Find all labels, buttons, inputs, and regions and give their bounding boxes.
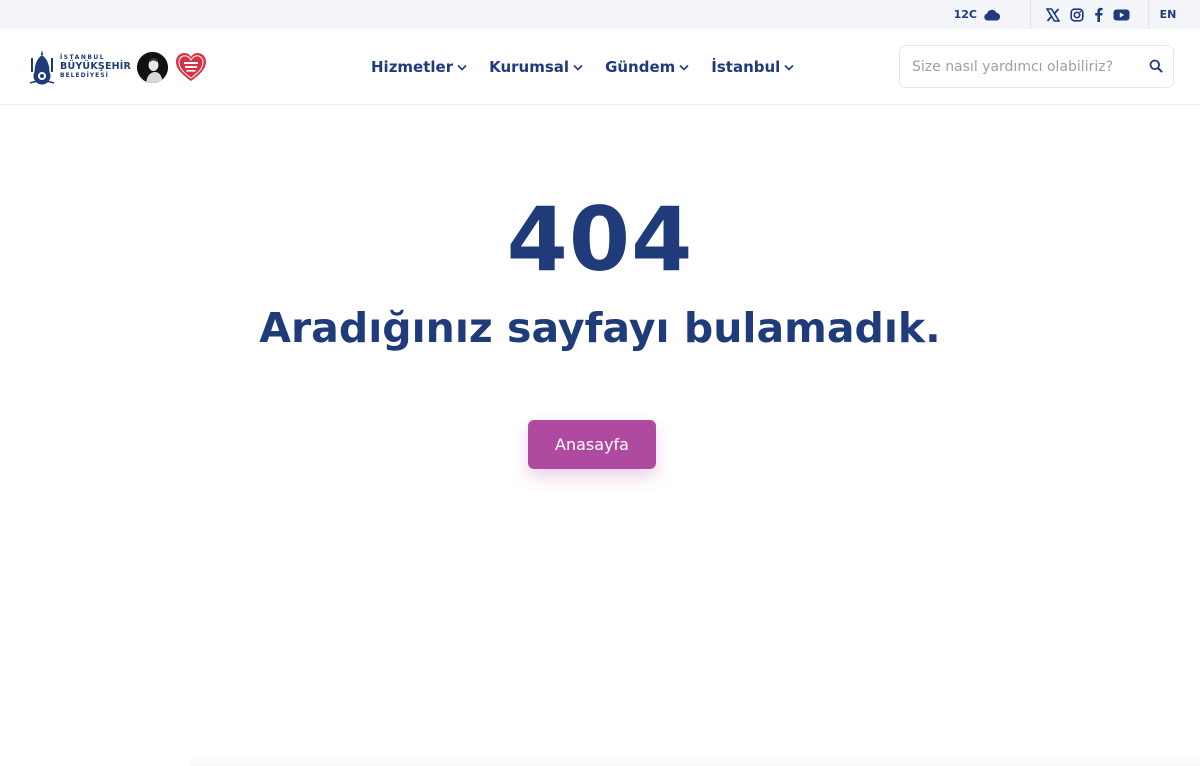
ibb-emblem-icon — [28, 49, 56, 85]
ataturk-portrait[interactable] — [137, 51, 169, 83]
topbar-divider — [1148, 0, 1149, 29]
weather-widget[interactable]: 12C — [954, 0, 1015, 29]
ibb-logo[interactable]: İSTANBUL BÜYÜKŞEHİR BELEDİYESİ — [28, 49, 131, 85]
heart-badge-logo[interactable] — [174, 51, 208, 83]
main-nav: Hizmetler Kurumsal Gündem İstanbul — [371, 29, 794, 105]
error-code: 404 — [506, 188, 694, 291]
facebook-icon[interactable] — [1094, 7, 1103, 22]
cloud-icon — [983, 9, 1001, 21]
language-switch[interactable]: EN — [1158, 0, 1178, 29]
nav-label: Kurumsal — [489, 58, 570, 76]
logo-group[interactable]: İSTANBUL BÜYÜKŞEHİR BELEDİYESİ — [28, 46, 208, 88]
youtube-icon[interactable] — [1113, 9, 1130, 21]
instagram-icon[interactable] — [1070, 7, 1084, 22]
temperature-text: 12C — [953, 8, 977, 21]
logo-line-3: BELEDİYESİ — [60, 71, 109, 79]
search-input[interactable] — [912, 58, 1140, 75]
ibb-wordmark: İSTANBUL BÜYÜKŞEHİR BELEDİYESİ — [60, 55, 131, 79]
bottom-divider — [190, 756, 1200, 766]
search-icon[interactable] — [1149, 59, 1163, 73]
logo-line-2: BÜYÜKŞEHİR — [60, 61, 132, 73]
chevron-down-icon — [784, 64, 794, 71]
nav-item-kurumsal[interactable]: Kurumsal — [489, 58, 583, 76]
nav-item-gundem[interactable]: Gündem — [605, 58, 689, 76]
search-box — [899, 45, 1174, 88]
main-content: 404 Aradığınız sayfayı bulamadık. Anasay… — [0, 106, 1200, 766]
topbar-divider — [1030, 0, 1031, 29]
chevron-down-icon — [457, 64, 467, 71]
nav-label: Hizmetler — [371, 58, 454, 76]
nav-label: Gündem — [605, 58, 676, 76]
home-button[interactable]: Anasayfa — [528, 420, 656, 469]
x-twitter-icon[interactable] — [1046, 7, 1060, 22]
main-header: İSTANBUL BÜYÜKŞEHİR BELEDİYESİ Hizmetler… — [0, 29, 1200, 105]
chevron-down-icon — [573, 64, 583, 71]
nav-label: İstanbul — [711, 58, 781, 76]
social-links — [1046, 0, 1130, 29]
top-utility-bar: 12C EN — [0, 0, 1200, 29]
nav-item-hizmetler[interactable]: Hizmetler — [371, 58, 467, 76]
nav-item-istanbul[interactable]: İstanbul — [711, 58, 794, 76]
error-message: Aradığınız sayfayı bulamadık. — [259, 304, 941, 352]
chevron-down-icon — [679, 64, 689, 71]
